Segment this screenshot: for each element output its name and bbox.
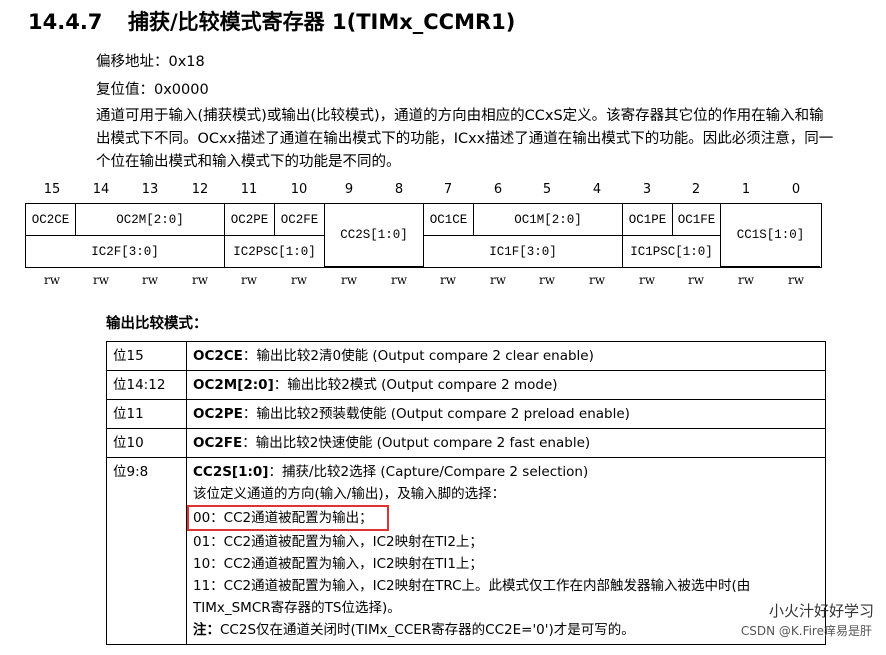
output-mode-title: 输出比较模式： [106,316,208,332]
field-text: ：输出比较2清0使能 (Output compare 2 clear enabl… [242,348,594,364]
bit-number: 3 [642,182,652,197]
bit-number: 0 [791,182,801,197]
field-text: ：输出比较2预装载使能 (Output compare 2 preload en… [242,406,630,422]
field-oc1fe: OC1FE [673,204,721,236]
field-oc2fe: OC2FE [275,204,325,236]
access-type: rw [439,273,456,287]
field-ic2f: IC2F[3:0] [26,236,225,267]
bit-number: 4 [592,182,602,197]
field-oc1pe: OC1PE [623,204,673,236]
highlighted-option: 00：CC2通道被配置为输出； [187,505,389,531]
field-desc: OC2CE：输出比较2清0使能 (Output compare 2 clear … [186,341,826,371]
field-name: OC2FE [193,435,243,451]
access-type: rw [390,273,407,287]
option-10: 10：CC2通道被配置为输入，IC2映射在TI1上； [193,556,483,572]
field-ic2psc: IC2PSC[1:0] [225,236,325,267]
bit-range: 位14:12 [106,370,187,400]
access-type: rw [538,273,555,287]
register-description: 通道可用于输入(捕获模式)或输出(比较模式)，通道的方向由相应的CCxS定义。该… [96,108,834,170]
field-desc: OC2M[2:0]：输出比较2模式 (Output compare 2 mode… [186,370,826,400]
note-label: 注： [193,622,220,638]
field-oc1m: OC1M[2:0] [474,204,623,236]
table-row: 位15 OC2CE：输出比较2清0使能 (Output compare 2 cl… [106,341,826,371]
bit-number: 15 [43,182,61,197]
field-oc2pe: OC2PE [225,204,275,236]
field-desc: CC2S[1:0]：捕获/比较2选择 (Capture/Compare 2 se… [186,457,826,645]
bit-number: 14 [92,182,110,197]
field-text: ：输出比较2模式 (Output compare 2 mode) [273,377,558,393]
access-type: rw [687,273,704,287]
field-cc1s: CC1S[1:0] [721,204,820,267]
bit-number: 2 [691,182,701,197]
section-title: 14.4.7 捕获/比较模式寄存器 1(TIMx_CCMR1) [28,6,515,36]
field-oc2ce: OC2CE [26,204,76,236]
access-type: rw [638,273,655,287]
field-text: ：捕获/比较2选择 (Capture/Compare 2 selection) [268,464,589,480]
field-name: OC2M[2:0] [193,377,274,393]
offset-address: 偏移地址：0x18 [96,54,205,70]
access-type: rw [43,273,60,287]
bit-number: 13 [141,182,159,197]
bit-range: 位9:8 [106,457,187,645]
register-bit-map: OC2CE OC2M[2:0] OC2PE OC2FE CC2S[1:0] OC… [25,203,822,268]
access-type: rw [489,273,506,287]
access-type: rw [737,273,754,287]
bit-number: 10 [290,182,308,197]
reset-value: 复位值：0x0000 [96,82,209,98]
section-heading: 捕获/比较模式寄存器 1(TIMx_CCMR1) [128,10,516,34]
field-oc1ce: OC1CE [424,204,474,236]
bit-number: 11 [240,182,258,197]
bit-number: 5 [542,182,552,197]
field-detail: 该位定义通道的方向(输入/输出)，及输入脚的选择： [193,486,506,502]
option-01: 01：CC2通道被配置为输入，IC2映射在TI2上； [193,534,483,550]
bit-range: 位10 [106,428,187,458]
field-text: ：输出比较2快速使能 (Output compare 2 fast enable… [242,435,591,451]
bit-number: 12 [191,182,209,197]
access-type: rw [787,273,804,287]
access-type: rw [240,273,257,287]
field-name: OC2CE [193,348,243,364]
watermark-csdn: CSDN @K.Fire痒易是肝 [740,624,872,638]
access-type: rw [92,273,109,287]
table-row: 位10 OC2FE：输出比较2快速使能 (Output compare 2 fa… [106,428,826,458]
field-cc2s: CC2S[1:0] [325,204,424,267]
field-oc2m: OC2M[2:0] [76,204,225,236]
field-description-table: 位15 OC2CE：输出比较2清0使能 (Output compare 2 cl… [106,341,826,645]
field-ic1f: IC1F[3:0] [424,236,623,267]
access-type: rw [340,273,357,287]
bit-range: 位15 [106,341,187,371]
watermark: 小火汁好好学习 [768,602,874,620]
table-row: 位9:8 CC2S[1:0]：捕获/比较2选择 (Capture/Compare… [106,457,826,645]
access-type: rw [191,273,208,287]
bit-number: 8 [394,182,404,197]
option-11: 11：CC2通道被配置为输入，IC2映射在TRC上。此模式仅工作在内部触发器输入… [193,578,751,616]
bit-number: 6 [493,182,503,197]
field-desc: OC2FE：输出比较2快速使能 (Output compare 2 fast e… [186,428,826,458]
field-ic1psc: IC1PSC[1:0] [623,236,721,267]
note-text: CC2S仅在通道关闭时(TIMx_CCER寄存器的CC2E='0')才是可写的。 [220,622,635,638]
bit-range: 位11 [106,399,187,429]
bit-number: 7 [443,182,453,197]
field-name: CC2S[1:0] [193,464,269,480]
field-name: OC2PE [193,406,243,422]
bit-number: 9 [344,182,354,197]
access-type: rw [141,273,158,287]
table-row: 位11 OC2PE：输出比较2预装载使能 (Output compare 2 p… [106,399,826,429]
table-row: 位14:12 OC2M[2:0]：输出比较2模式 (Output compare… [106,370,826,400]
bit-number: 1 [741,182,751,197]
field-desc: OC2PE：输出比较2预装载使能 (Output compare 2 prelo… [186,399,826,429]
access-type: rw [588,273,605,287]
access-type: rw [290,273,307,287]
section-number: 14.4.7 [28,10,103,34]
